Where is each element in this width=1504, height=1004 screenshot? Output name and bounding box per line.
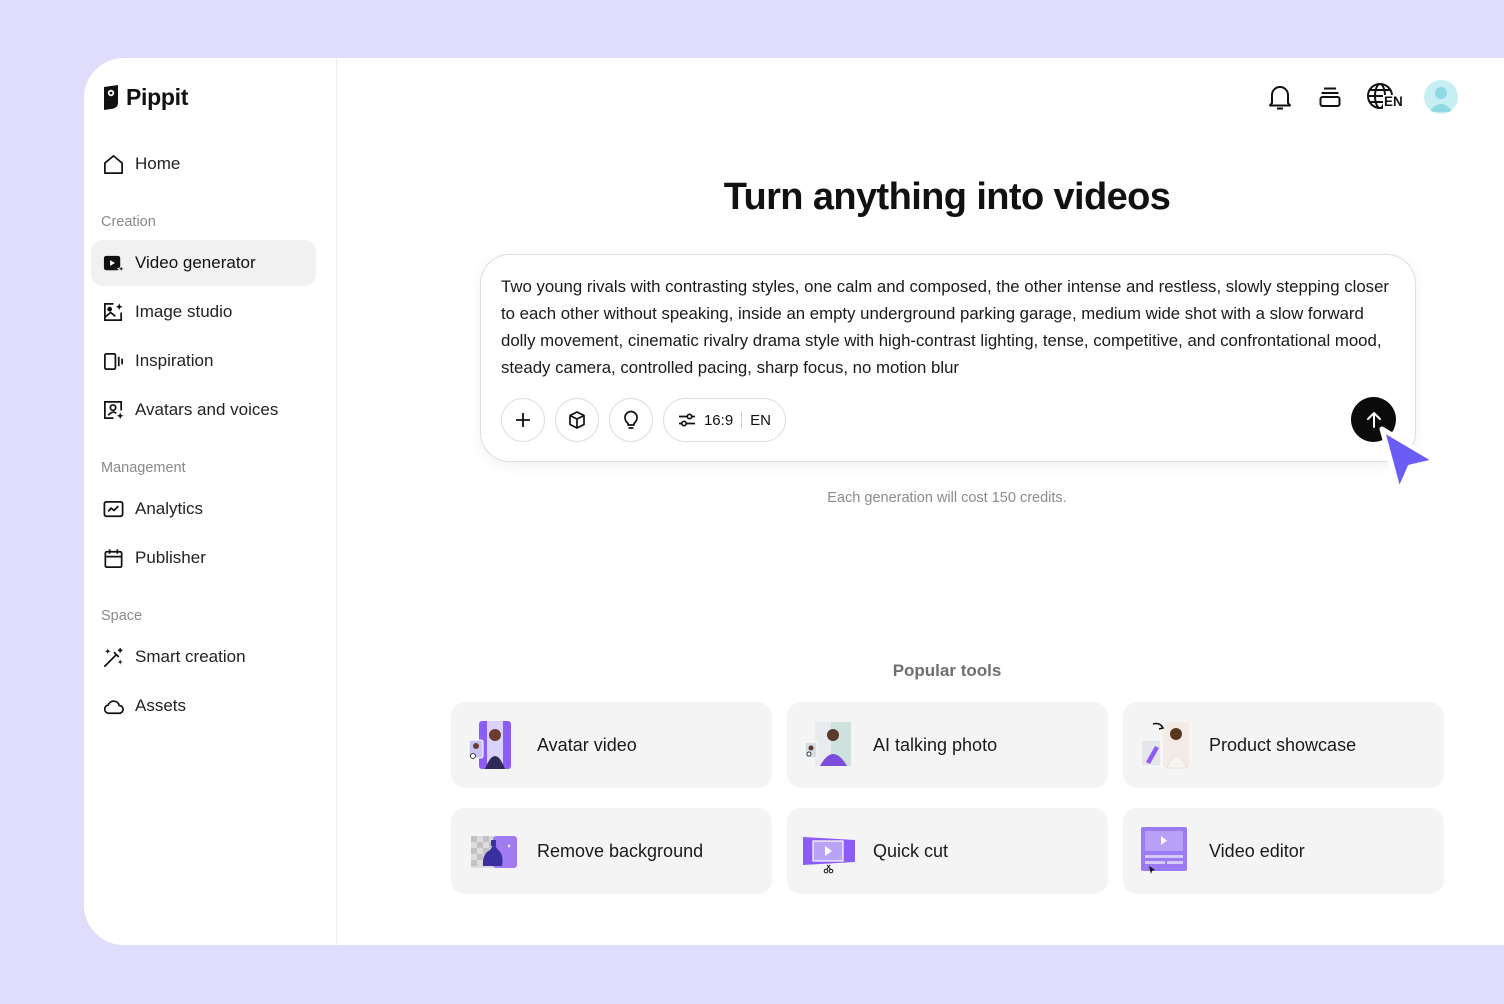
sidebar-item-publisher[interactable]: Publisher	[91, 535, 316, 581]
tool-card-ai-talking-photo[interactable]: AI talking photo	[787, 702, 1108, 788]
sidebar-item-home[interactable]: Home	[91, 141, 316, 187]
sidebar-item-assets[interactable]: Assets	[91, 683, 316, 729]
sidebar-item-label: Publisher	[135, 548, 206, 567]
tool-card-product-showcase[interactable]: Product showcase	[1123, 702, 1444, 788]
section-label-space: Space	[101, 608, 143, 624]
language-value: EN	[750, 411, 772, 429]
product-showcase-thumbnail	[1140, 722, 1189, 769]
page-title: Turn anything into videos	[723, 176, 1171, 218]
image-studio-icon	[104, 302, 123, 321]
tool-card-remove-background[interactable]: Remove background	[451, 808, 772, 894]
tool-card-quick-cut[interactable]: Quick cut	[787, 808, 1108, 894]
ideas-button[interactable]	[609, 398, 653, 442]
section-label-creation: Creation	[101, 214, 156, 230]
tool-label: Video editor	[1209, 840, 1305, 861]
tool-label: Avatar video	[537, 734, 637, 755]
user-avatar[interactable]	[1424, 80, 1458, 114]
notifications-button[interactable]	[1266, 83, 1294, 111]
sidebar-item-video-generator[interactable]: Video generator	[91, 240, 316, 286]
video-generator-icon	[103, 255, 125, 273]
sidebar-item-label: Inspiration	[135, 351, 214, 370]
topbar-actions: EN	[1266, 80, 1458, 114]
prompt-input[interactable]: Two young rivals with contrasting styles…	[501, 273, 1401, 381]
analytics-icon	[103, 500, 124, 517]
model-button[interactable]	[555, 398, 599, 442]
avatar-video-thumbnail	[468, 721, 511, 769]
credits-note: Each generation will cost 150 credits.	[827, 490, 1067, 506]
sidebar-item-label: Smart creation	[135, 647, 246, 666]
sidebar-item-avatars-and-voices[interactable]: Avatars and voices	[91, 387, 316, 433]
magic-wand-icon	[104, 647, 123, 667]
sidebar-item-label: Home	[135, 154, 181, 173]
sidebar-item-smart-creation[interactable]: Smart creation	[91, 634, 316, 680]
app-window: Pippit Home Creation Video generator Ima…	[84, 58, 1504, 945]
aspect-ratio-value: 16:9	[703, 411, 734, 429]
ai-talking-photo-thumbnail	[804, 722, 851, 766]
layers-button[interactable]	[1316, 83, 1344, 111]
logo[interactable]: Pippit	[102, 84, 188, 111]
sidebar-item-label: Avatars and voices	[135, 400, 279, 419]
divider	[741, 412, 743, 428]
video-settings-button[interactable]: 16:9 EN	[663, 398, 786, 442]
pippit-logo-icon	[104, 85, 118, 110]
sidebar: Pippit Home Creation Video generator Ima…	[84, 58, 337, 945]
sidebar-item-label: Image studio	[135, 302, 233, 321]
tool-label: Quick cut	[873, 840, 949, 861]
tool-card-video-editor[interactable]: Video editor	[1123, 808, 1444, 894]
prompt-box: Two young rivals with contrasting styles…	[480, 254, 1416, 462]
sidebar-item-image-studio[interactable]: Image studio	[91, 289, 316, 335]
cloud-icon	[103, 699, 124, 714]
video-editor-thumbnail	[1141, 827, 1187, 874]
tool-label: AI talking photo	[873, 734, 998, 755]
sidebar-item-analytics[interactable]: Analytics	[91, 486, 316, 532]
sidebar-item-label: Analytics	[135, 499, 204, 518]
inspiration-icon	[104, 352, 123, 370]
remove-background-thumbnail	[471, 836, 517, 868]
language-button[interactable]: EN	[1366, 82, 1404, 112]
tool-label: Remove background	[537, 840, 704, 861]
sidebar-item-label: Assets	[135, 696, 187, 715]
section-label-management: Management	[101, 460, 186, 476]
sliders-icon	[678, 413, 695, 427]
avatars-voices-icon	[104, 400, 124, 419]
quick-cut-thumbnail	[803, 837, 855, 874]
popular-tools-heading: Popular tools	[892, 661, 1002, 680]
sidebar-item-inspiration[interactable]: Inspiration	[91, 338, 316, 384]
user-avatar-icon	[1429, 87, 1453, 112]
bell-icon	[1269, 86, 1291, 110]
sidebar-item-label: Video generator	[135, 253, 256, 272]
tool-label: Product showcase	[1209, 734, 1357, 755]
calendar-icon	[104, 548, 123, 568]
layers-icon	[1319, 87, 1341, 107]
tool-card-avatar-video[interactable]: Avatar video	[451, 702, 772, 788]
home-icon	[104, 154, 123, 174]
lightbulb-icon	[624, 410, 638, 429]
plus-icon	[516, 413, 530, 427]
language-code: EN	[1383, 94, 1404, 109]
brand-name: Pippit	[126, 84, 189, 110]
add-button[interactable]	[501, 398, 545, 442]
cube-icon	[569, 411, 585, 429]
pointer-cursor-icon	[1379, 426, 1439, 495]
